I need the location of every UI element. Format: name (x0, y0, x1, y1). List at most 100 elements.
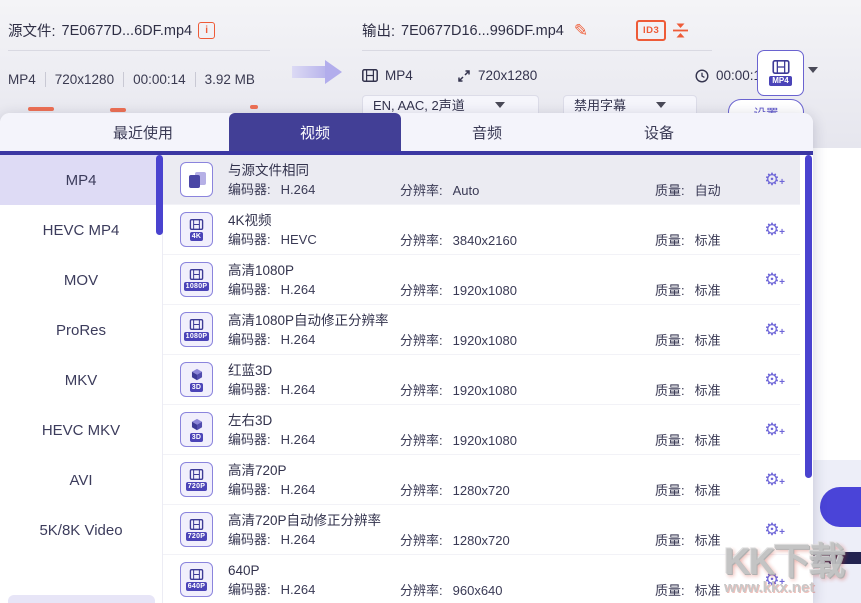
format-title: 高清1080P自动修正分辨率 (228, 311, 389, 330)
cube-3d-icon: 3D (180, 362, 213, 397)
source-duration: 00:00:14 (123, 72, 195, 87)
sidebar-scrollbar[interactable] (156, 155, 163, 235)
search-button[interactable]: 搜索 (8, 595, 155, 603)
resolution-value: 1920x1080 (453, 283, 517, 298)
sidebar-item-prores[interactable]: ProRes (0, 305, 162, 355)
sidebar-item-mkv[interactable]: MKV (0, 355, 162, 405)
gear-plus-icon[interactable]: ⚙+ (762, 220, 782, 240)
audio-track-value: EN, AAC, 2声道 (373, 95, 465, 114)
quality-value: 自动 (695, 183, 721, 198)
gear-plus-icon[interactable]: ⚙+ (762, 370, 782, 390)
film-640p-icon: 640P (180, 562, 213, 597)
id3-tag-icon[interactable]: ID3 (636, 20, 666, 41)
film-720p-icon: 720P (180, 512, 213, 547)
gear-plus-icon[interactable]: ⚙+ (762, 320, 782, 340)
format-badge: MP4 (769, 76, 791, 86)
bottom-navy-bar (813, 552, 861, 564)
format-row-1080p[interactable]: 1080P 高清1080P 编码器:H.264 分辨率:1920x1080 质量… (163, 255, 800, 305)
quality-value: 标准 (695, 283, 721, 298)
format-row-red-blue-3d[interactable]: 3D 红蓝3D 编码器:H.264 分辨率:1920x1080 质量:标准 ⚙+ (163, 355, 800, 405)
source-label: 源文件: (8, 20, 56, 41)
gear-plus-icon[interactable]: ⚙+ (762, 520, 782, 540)
clock-icon (695, 69, 709, 83)
topbar: 源文件: 7E0677D...6DF.mp4 i MP4 720x1280 00… (0, 0, 861, 113)
film-720p-icon: 720P (180, 462, 213, 497)
quality-value: 标准 (695, 533, 721, 548)
resolution-value: 960x640 (453, 583, 503, 598)
output-meta: MP4 720x1280 00:00:14 (362, 68, 769, 83)
tab-device[interactable]: 设备 (573, 113, 745, 151)
gear-plus-icon[interactable]: ⚙+ (762, 470, 782, 490)
source-format: MP4 (8, 72, 45, 87)
film-1080p-icon: 1080P (180, 262, 213, 297)
resolution-value: 1920x1080 (453, 433, 517, 448)
encoder-value: H.264 (281, 332, 316, 347)
gear-plus-icon[interactable]: ⚙+ (762, 570, 782, 590)
encoder-value: H.264 (281, 382, 316, 397)
encoder-value: H.264 (281, 532, 316, 547)
gear-plus-icon[interactable]: ⚙+ (762, 170, 782, 190)
format-title: 高清1080P (228, 261, 315, 280)
source-file-line: 源文件: 7E0677D...6DF.mp4 i (8, 20, 215, 41)
format-row-640p[interactable]: 640P 640P 编码器:H.264 分辨率:960x640 质量:标准 ⚙+ (163, 555, 800, 603)
film-4k-icon: 4K (180, 212, 213, 247)
source-filename: 7E0677D...6DF.mp4 (62, 23, 193, 39)
audio-track-dropdown[interactable]: EN, AAC, 2声道 (362, 95, 539, 113)
format-row-same-as-source[interactable]: 与源文件相同 编码器:H.264 分辨率:Auto 质量:自动 ⚙+ (163, 155, 800, 205)
format-title: 4K视频 (228, 211, 317, 230)
edit-filename-icon[interactable]: ✎ (574, 21, 588, 41)
gear-plus-icon[interactable]: ⚙+ (762, 420, 782, 440)
sidebar-item-avi[interactable]: AVI (0, 455, 162, 505)
convert-button-partial[interactable] (820, 487, 861, 527)
film-icon (772, 60, 790, 74)
info-icon[interactable]: i (198, 22, 215, 39)
format-row-4k[interactable]: 4K 4K视频 编码器:HEVC 分辨率:3840x2160 质量:标准 ⚙+ (163, 205, 800, 255)
output-file-line: 输出: 7E0677D16...996DF.mp4 ✎ ID3 (362, 20, 689, 41)
chevron-down-icon (495, 102, 505, 108)
quality-value: 标准 (695, 383, 721, 398)
clipped-orange-text (28, 107, 54, 111)
format-title: 红蓝3D (228, 361, 315, 380)
same-as-source-icon (180, 162, 213, 197)
source-meta: MP4 720x1280 00:00:14 3.92 MB (8, 72, 264, 87)
output-format-button[interactable]: MP4 (757, 50, 804, 96)
tab-audio[interactable]: 音频 (401, 113, 573, 151)
format-row-720p-autofix[interactable]: 720P 高清720P自动修正分辨率 编码器:H.264 分辨率:1280x72… (163, 505, 800, 555)
quality-value: 标准 (695, 333, 721, 348)
app-window: 源文件: 7E0677D...6DF.mp4 i MP4 720x1280 00… (0, 0, 861, 603)
output-filename: 7E0677D16...996DF.mp4 (401, 23, 564, 39)
format-tabs: 最近使用 视频 音频 设备 (0, 113, 813, 151)
resolution-value: 1280x720 (453, 533, 510, 548)
resolution-icon (457, 69, 471, 83)
format-row-left-right-3d[interactable]: 3D 左右3D 编码器:H.264 分辨率:1920x1080 质量:标准 ⚙+ (163, 405, 800, 455)
film-icon (362, 69, 378, 82)
chevron-down-icon (656, 102, 666, 108)
tab-video[interactable]: 视频 (229, 113, 401, 151)
subtitle-dropdown[interactable]: 禁用字幕 (563, 95, 697, 113)
format-title: 左右3D (228, 411, 315, 430)
sidebar-item-hevc-mp4[interactable]: HEVC MP4 (0, 205, 162, 255)
gear-plus-icon[interactable]: ⚙+ (762, 270, 782, 290)
format-sidebar: MP4 HEVC MP4 MOV ProRes MKV HEVC MKV AVI… (0, 155, 163, 603)
quality-value: 标准 (695, 233, 721, 248)
quality-value: 标准 (695, 483, 721, 498)
encoder-value: H.264 (281, 432, 316, 447)
output-format-value: MP4 (385, 68, 413, 83)
sidebar-item-hevc-mkv[interactable]: HEVC MKV (0, 405, 162, 455)
tab-recently-used[interactable]: 最近使用 (57, 113, 229, 151)
format-row-1080p-autofix[interactable]: 1080P 高清1080P自动修正分辨率 编码器:H.264 分辨率:1920x… (163, 305, 800, 355)
resolution-value: 1920x1080 (453, 333, 517, 348)
clipped-orange-text (110, 108, 126, 112)
format-row-720p[interactable]: 720P 高清720P 编码器:H.264 分辨率:1280x720 质量:标准… (163, 455, 800, 505)
list-scrollbar[interactable] (805, 155, 812, 478)
encoder-value: H.264 (281, 282, 316, 297)
source-size: 3.92 MB (195, 72, 264, 87)
sidebar-item-mov[interactable]: MOV (0, 255, 162, 305)
format-title: 与源文件相同 (228, 161, 315, 180)
encoder-value: H.264 (281, 582, 316, 597)
split-icon[interactable] (672, 22, 689, 39)
format-list: 与源文件相同 编码器:H.264 分辨率:Auto 质量:自动 ⚙+ 4K 4K… (163, 155, 813, 603)
sidebar-item-mp4[interactable]: MP4 (0, 155, 162, 205)
chevron-down-icon[interactable] (808, 67, 818, 73)
sidebar-item-5k8k[interactable]: 5K/8K Video (0, 505, 162, 555)
